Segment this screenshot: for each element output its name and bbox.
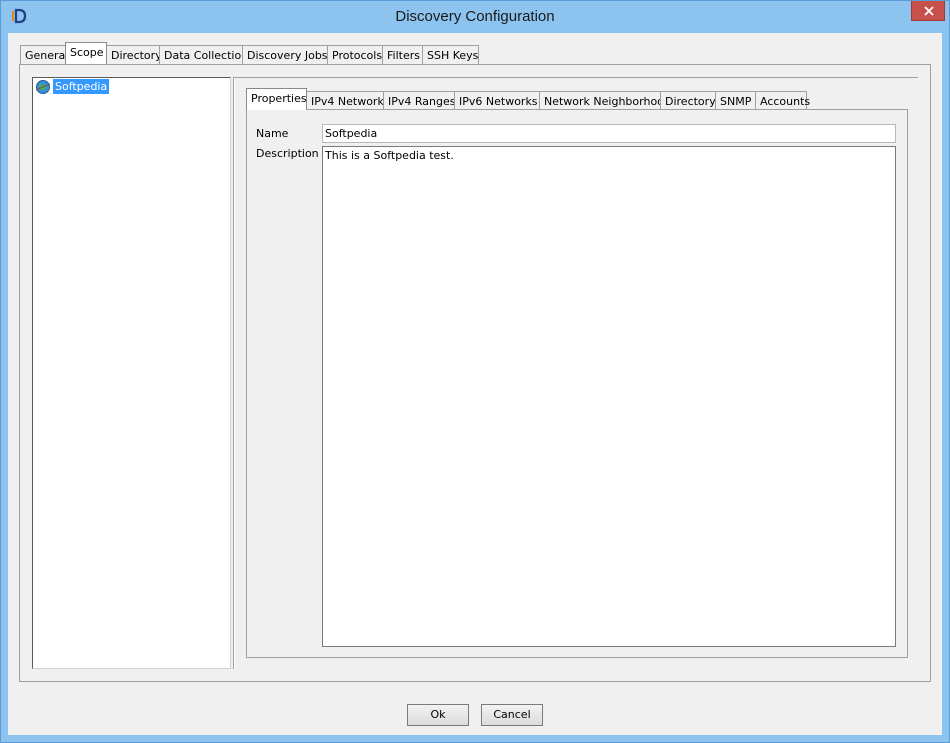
tab-scope[interactable]: Scope [65, 42, 107, 64]
dialog-client-area: General Scope Directory Data Collection … [8, 33, 942, 735]
scope-details-area: Properties IPv4 Networks IPv4 Ranges IPv… [234, 77, 918, 669]
name-label: Name [256, 127, 289, 140]
tab-discovery-jobs[interactable]: Discovery Jobs [242, 45, 328, 64]
tab-general[interactable]: General [20, 45, 68, 64]
description-field[interactable]: This is a Softpedia test. [322, 146, 896, 647]
tree-node-label: Softpedia [53, 79, 110, 94]
scope-tree[interactable]: Softpedia [32, 77, 231, 669]
tab-directory[interactable]: Directory [106, 45, 162, 64]
tab-ipv4-ranges[interactable]: IPv4 Ranges [383, 91, 455, 110]
tab-accounts[interactable]: Accounts [755, 91, 810, 110]
tab-ipv6-networks[interactable]: IPv6 Networks [454, 91, 540, 110]
tab-network-neighborhood[interactable]: Network Neighborhood [539, 91, 671, 110]
tab-protocols[interactable]: Protocols [327, 45, 383, 64]
description-label: Description [256, 147, 319, 160]
discovery-configuration-window: Discovery Configuration General Scope Di… [0, 0, 950, 743]
tab-scope-directory[interactable]: Directory [660, 91, 716, 110]
globe-scope-icon [35, 79, 51, 95]
scope-panel: Softpedia Properties IPv4 Networks IPv4 … [19, 64, 931, 682]
name-field[interactable] [322, 124, 896, 143]
tab-ipv4-networks[interactable]: IPv4 Networks [306, 91, 390, 110]
tab-snmp[interactable]: SNMP [715, 91, 756, 110]
title-bar[interactable]: Discovery Configuration [1, 1, 949, 33]
tab-properties[interactable]: Properties [246, 88, 307, 110]
ok-button[interactable]: Ok [407, 704, 469, 726]
tab-ssh-keys[interactable]: SSH Keys [422, 45, 479, 64]
cancel-button[interactable]: Cancel [481, 704, 543, 726]
tab-filters[interactable]: Filters [382, 45, 423, 64]
properties-panel: Name Description This is a Softpedia tes… [246, 109, 908, 658]
close-button[interactable] [911, 1, 945, 21]
window-title: Discovery Configuration [395, 8, 555, 25]
close-icon [924, 6, 934, 16]
tab-data-collection[interactable]: Data Collection [159, 45, 248, 64]
